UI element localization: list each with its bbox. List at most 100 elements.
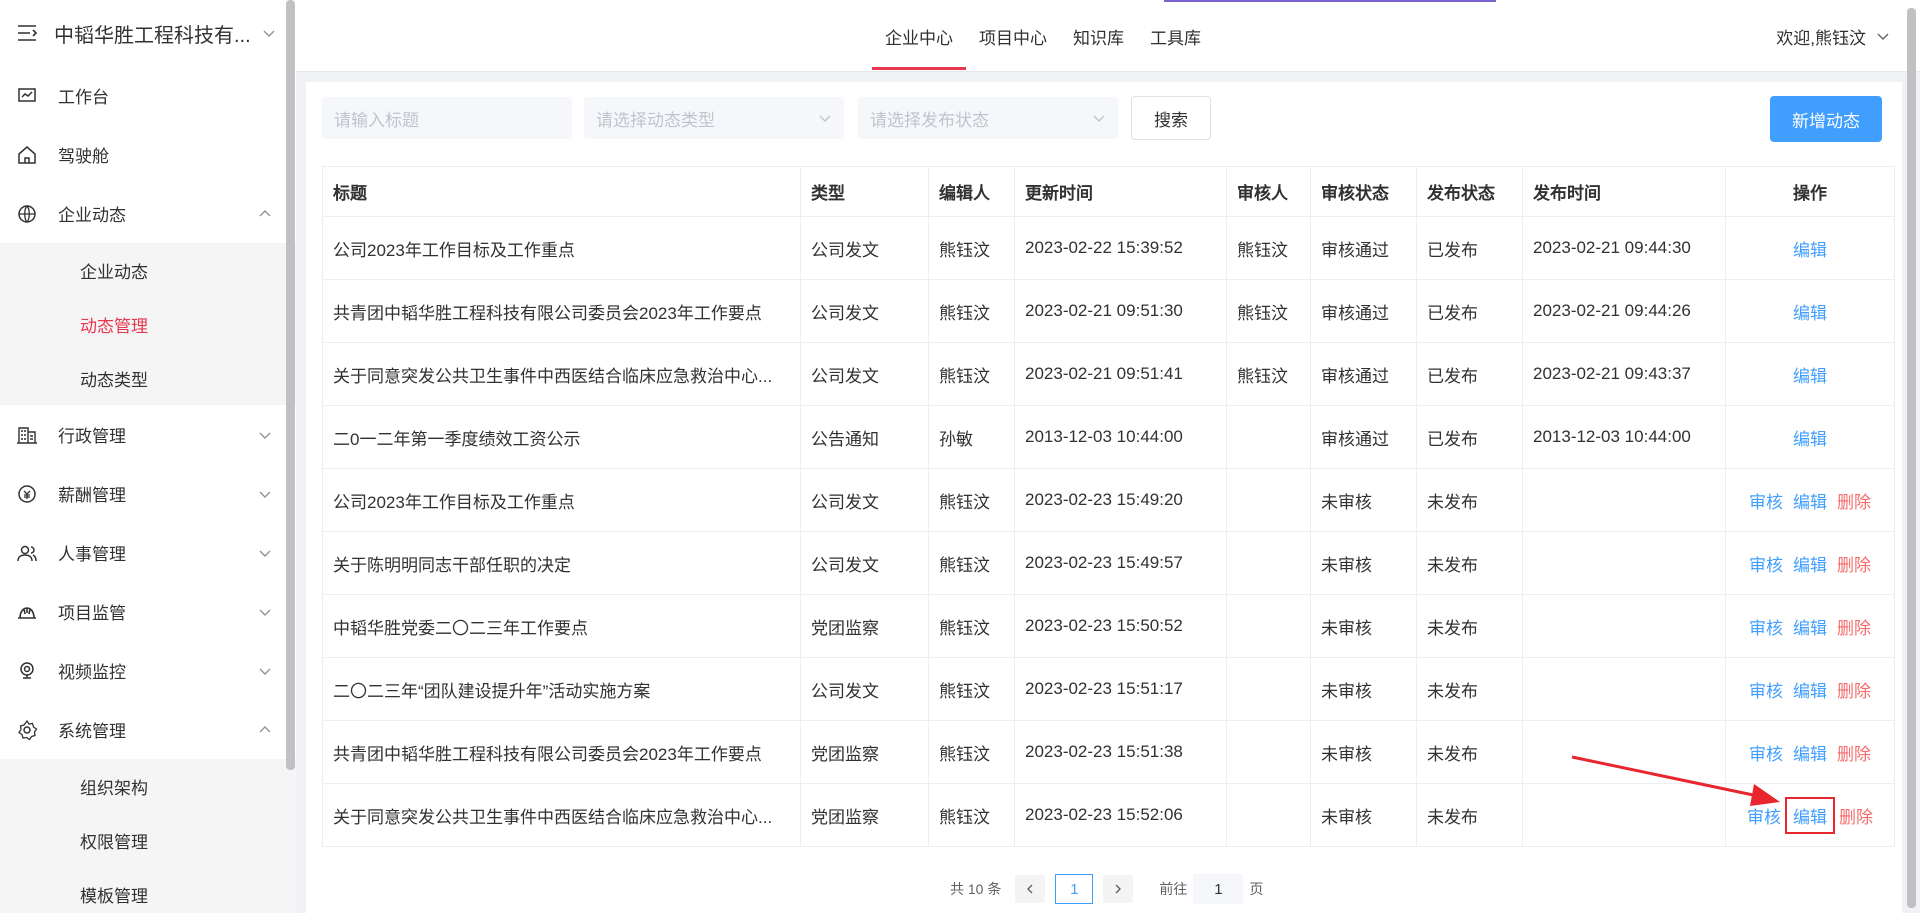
review-link[interactable]: 审核 xyxy=(1749,493,1783,512)
sidebar-item-5[interactable]: 人事管理 xyxy=(0,523,296,582)
delete-link[interactable]: 删除 xyxy=(1837,556,1871,575)
edit-link[interactable]: 编辑 xyxy=(1793,493,1827,512)
chevron-up-icon xyxy=(259,725,271,732)
top-tab[interactable]: 项目中心 xyxy=(966,0,1060,72)
sidebar-subitem[interactable]: 动态管理 xyxy=(0,297,296,351)
sidebar-subitem[interactable]: 组织架构 xyxy=(0,759,296,813)
sidebar-item-4[interactable]: 薪酬管理 xyxy=(0,464,296,523)
prev-page-button[interactable] xyxy=(1015,875,1046,903)
cell-reviewer xyxy=(1226,405,1311,469)
sidebar-item-2[interactable]: 企业动态 xyxy=(0,184,296,243)
page-scrollbar[interactable] xyxy=(1907,8,1916,908)
table-row: 共青团中韬华胜工程科技有限公司委员会2023年工作要点 党团监察 熊钰汶 2023-0… xyxy=(322,720,1895,784)
sidebar-scrollbar[interactable] xyxy=(286,0,295,770)
chevron-up-icon xyxy=(259,209,271,216)
sidebar-item-6[interactable]: 项目监管 xyxy=(0,582,296,641)
column-header: 发布状态 xyxy=(1416,166,1523,217)
pagination: 共 10 条 1 前往 1 页 xyxy=(950,874,1263,904)
sidebar-subitem[interactable]: 企业动态 xyxy=(0,243,296,297)
cell-updated: 2023-02-23 15:50:52 xyxy=(1014,594,1227,658)
people-icon xyxy=(16,542,38,564)
search-button[interactable]: 搜索 xyxy=(1131,96,1211,140)
review-link[interactable]: 审核 xyxy=(1749,619,1783,638)
cell-title: 关于同意突发公共卫生事件中西医结合临床应急救治中心... xyxy=(322,342,801,406)
cell-title: 关于陈明明同志干部任职的决定 xyxy=(322,531,801,595)
column-header: 编辑人 xyxy=(928,166,1015,217)
sidebar-subitem[interactable]: 模板管理 xyxy=(0,867,296,913)
sidebar-item-8[interactable]: 系统管理 xyxy=(0,700,296,759)
add-news-button[interactable]: 新增动态 xyxy=(1770,96,1882,142)
delete-link[interactable]: 删除 xyxy=(1839,808,1873,827)
cell-review-status: 未审核 xyxy=(1310,657,1417,721)
sidebar-item-label: 行政管理 xyxy=(58,427,126,446)
filter-bar: 请输入标题 请选择动态类型 请选择发布状态 搜索 xyxy=(322,96,1211,140)
top-tab[interactable]: 工具库 xyxy=(1137,0,1214,72)
goto-page-input[interactable]: 1 xyxy=(1193,874,1244,904)
sidebar-item-3[interactable]: 行政管理 xyxy=(0,405,296,464)
status-select[interactable]: 请选择发布状态 xyxy=(858,97,1118,139)
delete-link[interactable]: 删除 xyxy=(1837,745,1871,764)
edit-link[interactable]: 编辑 xyxy=(1793,556,1827,575)
title-search-input[interactable]: 请输入标题 xyxy=(322,97,572,139)
cell-reviewer xyxy=(1226,783,1311,847)
review-link[interactable]: 审核 xyxy=(1749,556,1783,575)
sidebar-item-0[interactable]: 工作台 xyxy=(0,66,296,125)
cell-editor: 孙敏 xyxy=(928,405,1015,469)
sidebar-item-1[interactable]: 驾驶舱 xyxy=(0,125,296,184)
chevron-down-icon xyxy=(259,550,271,557)
cell-title: 二〇二三年“团队建设提升年”活动实施方案 xyxy=(322,657,801,721)
sidebar-brand[interactable]: 中韬华胜工程科技有... xyxy=(0,0,296,66)
delete-link[interactable]: 删除 xyxy=(1837,493,1871,512)
page-number-current[interactable]: 1 xyxy=(1055,874,1094,904)
type-select[interactable]: 请选择动态类型 xyxy=(584,97,844,139)
cell-updated: 2023-02-23 15:49:20 xyxy=(1014,468,1227,532)
sidebar-item-label: 视频监控 xyxy=(58,663,126,682)
review-link[interactable]: 审核 xyxy=(1749,745,1783,764)
sidebar-item-label: 系统管理 xyxy=(58,722,126,741)
cell-published: 2023-02-21 09:44:30 xyxy=(1522,216,1726,280)
delete-link[interactable]: 删除 xyxy=(1837,619,1871,638)
review-link[interactable]: 审核 xyxy=(1749,682,1783,701)
cell-review-status: 未审核 xyxy=(1310,531,1417,595)
edit-link[interactable]: 编辑 xyxy=(1793,682,1827,701)
review-link[interactable]: 审核 xyxy=(1747,808,1781,827)
table-row: 关于陈明明同志干部任职的决定 公司发文 熊钰汶 2023-02-23 15:49:57… xyxy=(322,531,1895,595)
camera-icon xyxy=(16,660,38,682)
sidebar-subitem[interactable]: 动态类型 xyxy=(0,351,296,405)
edit-link[interactable]: 编辑 xyxy=(1785,796,1835,834)
edit-link[interactable]: 编辑 xyxy=(1793,619,1827,638)
cell-publish-status: 未发布 xyxy=(1416,468,1523,532)
cell-publish-status: 未发布 xyxy=(1416,594,1523,658)
sidebar-item-label: 人事管理 xyxy=(58,545,126,564)
next-page-button[interactable] xyxy=(1103,875,1134,903)
chevron-down-icon xyxy=(259,491,271,498)
user-menu[interactable]: 欢迎,熊钰汶 xyxy=(1776,0,1890,72)
delete-link[interactable]: 删除 xyxy=(1837,682,1871,701)
cell-publish-status: 未发布 xyxy=(1416,720,1523,784)
menu-fold-icon[interactable] xyxy=(16,22,38,44)
edit-link[interactable]: 编辑 xyxy=(1793,304,1827,323)
cell-reviewer xyxy=(1226,720,1311,784)
chevron-right-icon xyxy=(1115,884,1122,894)
cell-publish-status: 已发布 xyxy=(1416,279,1523,343)
cell-published xyxy=(1522,531,1726,595)
cell-published: 2023-02-21 09:44:26 xyxy=(1522,279,1726,343)
top-nav: 企业中心 项目中心 知识库 工具库 xyxy=(872,0,1214,72)
goto-label: 前往 xyxy=(1159,881,1188,897)
edit-link[interactable]: 编辑 xyxy=(1793,745,1827,764)
building-icon xyxy=(16,424,38,446)
table-row: 公司2023年工作目标及工作重点 公司发文 熊钰汶 2023-02-22 15:39:… xyxy=(322,216,1895,280)
cell-type: 公司发文 xyxy=(800,216,929,280)
edit-link[interactable]: 编辑 xyxy=(1793,367,1827,386)
total-count: 共 10 条 xyxy=(950,881,1002,897)
edit-link[interactable]: 编辑 xyxy=(1793,241,1827,260)
sidebar-subitem[interactable]: 权限管理 xyxy=(0,813,296,867)
cell-editor: 熊钰汶 xyxy=(928,342,1015,406)
sidebar-item-7[interactable]: 视频监控 xyxy=(0,641,296,700)
cell-title: 共青团中韬华胜工程科技有限公司委员会2023年工作要点 xyxy=(322,279,801,343)
top-tab[interactable]: 企业中心 xyxy=(872,0,966,72)
table-row: 关于同意突发公共卫生事件中西医结合临床应急救治中心... 公司发文 熊钰汶 2023-… xyxy=(322,342,1895,406)
top-tab[interactable]: 知识库 xyxy=(1060,0,1137,72)
salary-icon xyxy=(16,483,38,505)
edit-link[interactable]: 编辑 xyxy=(1793,430,1827,449)
